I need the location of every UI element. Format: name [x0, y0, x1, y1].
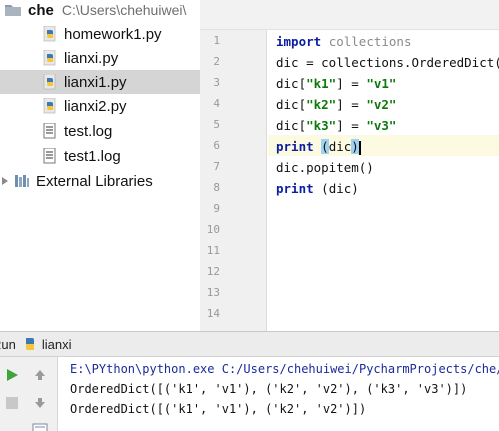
code-text: (dic) [321, 181, 359, 196]
file-item-homework1[interactable]: homework1.py [0, 22, 200, 46]
run-tool-window: Run lianxi E:\PYthon\python.exe C:/Users… [0, 331, 499, 431]
file-name: test1.log [64, 147, 121, 165]
matched-paren: ( [321, 139, 329, 154]
line-number: 1 [213, 34, 220, 47]
string-literal: "v3" [366, 118, 397, 133]
file-item-lianxi2[interactable]: lianxi2.py [0, 94, 200, 118]
code-text: dic[ [276, 118, 307, 133]
project-root-path: C:\Users\chehuiwei\ [61, 2, 187, 18]
code-text: ] = [336, 97, 367, 112]
project-root-row[interactable]: che C:\Users\chehuiwei\ [0, 0, 200, 22]
keyword: print [276, 181, 314, 196]
string-literal: "k2" [306, 97, 337, 112]
file-item-test-log[interactable]: test.log [0, 119, 200, 143]
line-number: 12 [206, 265, 220, 278]
scroll-down-button[interactable] [30, 393, 50, 413]
python-file-icon [43, 26, 56, 42]
code-text-area[interactable]: import collections dic = collections.Ord… [268, 30, 499, 331]
external-libraries-row[interactable]: External Libraries [0, 169, 200, 193]
line-number: 14 [206, 307, 220, 320]
file-item-lianxi[interactable]: lianxi.py [0, 46, 200, 70]
code-line-5: dic["k3"] = "v3" [276, 115, 396, 136]
line-number: 7 [213, 160, 220, 173]
log-file-icon [43, 123, 56, 139]
soft-wrap-button[interactable] [30, 419, 50, 431]
code-line-7: dic.popitem() [276, 160, 374, 175]
file-name: homework1.py [64, 25, 162, 43]
code-line-6: print (dic) [276, 136, 361, 157]
code-editor[interactable]: 1 2 3 4 5 6 7 8 9 10 11 12 13 14 import … [200, 0, 499, 331]
code-line-2: dic = collections.OrderedDict() [276, 55, 499, 70]
text-caret [358, 140, 361, 155]
python-file-icon [43, 98, 56, 114]
code-line-3: dic["k1"] = "v1" [276, 73, 396, 94]
up-arrow-icon [35, 370, 45, 380]
code-text: ] = [336, 118, 367, 133]
line-number: 3 [213, 76, 220, 89]
code-text: dic[ [276, 97, 307, 112]
line-number: 13 [206, 286, 220, 299]
string-literal: "k1" [306, 76, 337, 91]
file-name: test.log [64, 122, 113, 140]
line-number: 4 [213, 97, 220, 110]
file-name: lianxi.py [64, 49, 119, 67]
line-number: 11 [206, 244, 220, 257]
console-output-line: OrderedDict([('k1', 'v1'), ('k2', 'v2'),… [70, 382, 468, 396]
line-number: 9 [213, 202, 220, 215]
module-name: collections [328, 34, 412, 49]
string-literal: "v1" [366, 76, 397, 91]
project-root-name: che [28, 1, 54, 19]
rerun-button[interactable] [2, 365, 22, 385]
run-toolbar [0, 357, 58, 431]
python-file-icon [43, 74, 56, 90]
python-file-icon [43, 50, 56, 66]
file-item-test1-log[interactable]: test1.log [0, 144, 200, 168]
line-number: 5 [213, 118, 220, 131]
expand-arrow-icon[interactable] [0, 176, 10, 186]
string-literal: "k3" [306, 118, 337, 133]
line-number: 8 [213, 181, 220, 194]
code-line-8: print (dic) [276, 178, 359, 199]
string-literal: "v2" [366, 97, 397, 112]
run-icon [7, 369, 18, 381]
matched-paren: ) [351, 139, 359, 154]
file-name: lianxi2.py [64, 97, 127, 115]
project-tree-panel: che C:\Users\chehuiwei\ homework1.py lia… [0, 0, 200, 331]
line-number: 6 [213, 139, 220, 152]
code-text: dic [328, 139, 352, 154]
editor-tab-bar [200, 0, 499, 30]
stop-button[interactable] [2, 393, 22, 413]
console-command-line: E:\PYthon\python.exe C:/Users/chehuiwei/… [70, 362, 499, 376]
stop-icon [6, 397, 18, 409]
scroll-up-button[interactable] [30, 365, 50, 385]
console-output-line: OrderedDict([('k1', 'v1'), ('k2', 'v2')]… [70, 402, 367, 416]
console-output[interactable]: E:\PYthon\python.exe C:/Users/chehuiwei/… [58, 357, 499, 431]
log-file-icon [43, 148, 56, 164]
python-run-config-icon [25, 338, 34, 350]
file-name: lianxi1.py [64, 73, 127, 91]
code-line-1: import collections [276, 31, 411, 52]
code-text: dic[ [276, 76, 307, 91]
line-number: 2 [213, 55, 220, 68]
line-number: 10 [206, 223, 220, 236]
run-config-name[interactable]: lianxi [42, 337, 72, 352]
library-icon [15, 175, 29, 187]
file-item-lianxi1[interactable]: lianxi1.py [0, 70, 200, 94]
folder-icon [5, 5, 21, 16]
down-arrow-icon [35, 398, 45, 408]
code-text: ] = [336, 76, 367, 91]
code-line-4: dic["k2"] = "v2" [276, 94, 396, 115]
keyword: print [276, 139, 314, 154]
line-number-gutter: 1 2 3 4 5 6 7 8 9 10 11 12 13 14 [200, 30, 267, 331]
soft-wrap-icon [32, 423, 48, 431]
run-title: Run [0, 336, 16, 352]
external-libraries-label: External Libraries [36, 172, 153, 190]
run-header: Run lianxi [0, 331, 499, 357]
keyword: import [276, 34, 322, 49]
